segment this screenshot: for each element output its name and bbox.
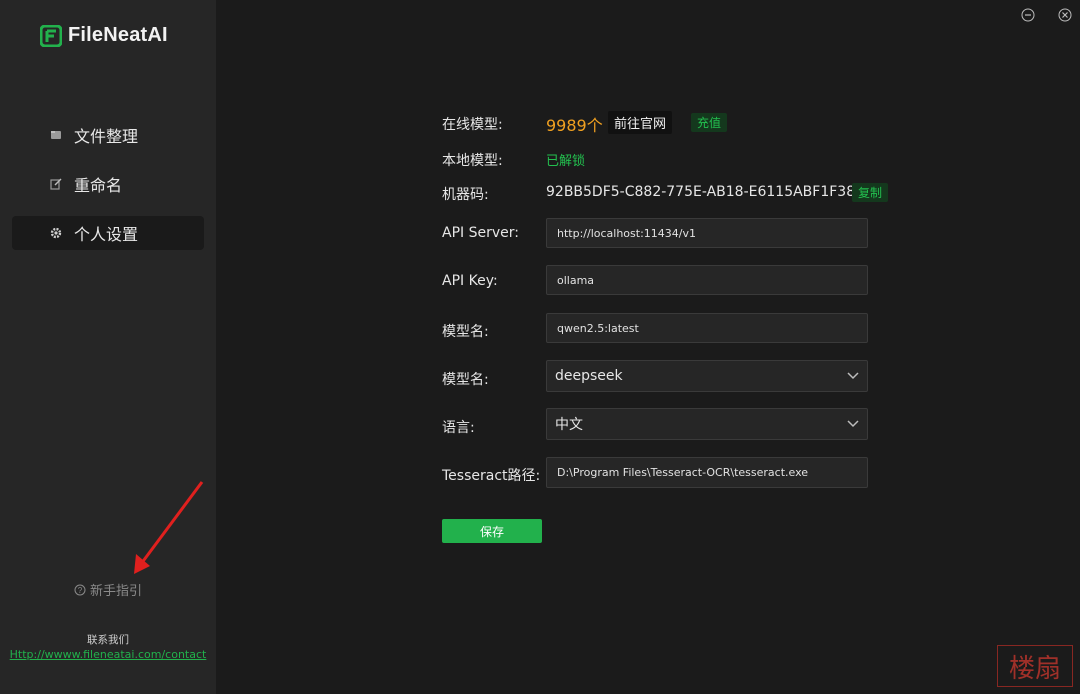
tesseract-path-label: Tesseract路径: xyxy=(442,468,541,484)
language-select[interactable]: 中文 xyxy=(546,408,868,440)
sidebar-item-personal-settings[interactable]: 个人设置 xyxy=(12,216,204,250)
sidebar: FileNeatAI 文件整理 重命名 个人设置 ? 新手指引 联系我们 Htt… xyxy=(0,0,216,694)
api-server-label: API Server: xyxy=(442,225,519,241)
minimize-button[interactable] xyxy=(1021,8,1035,22)
sidebar-item-rename[interactable]: 重命名 xyxy=(12,167,204,201)
close-button[interactable] xyxy=(1058,8,1072,22)
help-circle-icon: ? xyxy=(74,584,86,595)
chevron-down-icon xyxy=(847,372,859,380)
beginner-guide-link[interactable]: ? 新手指引 xyxy=(0,580,216,599)
model-name-input-label: 模型名: xyxy=(442,324,489,340)
model-name-select-value: deepseek xyxy=(555,368,623,384)
api-server-input[interactable]: http://localhost:11434/v1 xyxy=(546,218,868,248)
watermark-stamp: 楼扇 xyxy=(997,645,1073,687)
sidebar-item-file-organize[interactable]: 文件整理 xyxy=(12,118,204,152)
app-logo: FileNeatAI xyxy=(40,24,168,47)
copy-button[interactable]: 复制 xyxy=(852,183,889,202)
api-key-input[interactable]: ollama xyxy=(546,265,868,295)
edit-icon xyxy=(50,178,62,190)
sidebar-item-label: 个人设置 xyxy=(74,225,139,244)
model-name-input[interactable]: qwen2.5:latest xyxy=(546,313,868,343)
local-model-label: 本地模型: xyxy=(442,153,503,169)
contact-link[interactable]: Http://wwww.fileneatai.com/contact xyxy=(0,648,216,661)
online-model-count: 9989个 xyxy=(546,116,603,135)
machine-code-value: 92BB5DF5-C882-775E-AB18-E6115ABF1F38 xyxy=(546,184,856,200)
local-model-status: 已解锁 xyxy=(546,154,586,169)
language-select-value: 中文 xyxy=(555,417,583,433)
official-site-button[interactable]: 前往官网 xyxy=(608,111,673,134)
svg-text:?: ? xyxy=(78,586,83,595)
save-button[interactable]: 保存 xyxy=(442,519,542,543)
gear-icon xyxy=(50,227,62,239)
language-label: 语言: xyxy=(442,420,475,436)
model-name-select-label: 模型名: xyxy=(442,372,489,388)
tesseract-path-input[interactable]: D:\Program Files\Tesseract-OCR\tesseract… xyxy=(546,457,868,488)
chevron-down-icon xyxy=(847,420,859,428)
sidebar-item-label: 文件整理 xyxy=(74,127,139,146)
online-model-label: 在线模型: xyxy=(442,117,503,133)
api-key-label: API Key: xyxy=(442,273,498,289)
sidebar-nav: 文件整理 重命名 个人设置 xyxy=(12,118,204,265)
model-name-select[interactable]: deepseek xyxy=(546,360,868,392)
app-window: FileNeatAI 文件整理 重命名 个人设置 ? 新手指引 联系我们 Htt… xyxy=(0,0,1080,694)
contact-title: 联系我们 xyxy=(87,634,129,646)
guide-label: 新手指引 xyxy=(89,584,142,599)
machine-code-label: 机器码: xyxy=(442,187,489,203)
recharge-button[interactable]: 充值 xyxy=(691,113,728,132)
fileneat-logo-icon xyxy=(40,24,62,47)
folder-icon xyxy=(50,129,62,141)
sidebar-item-label: 重命名 xyxy=(74,176,123,195)
red-arrow-annotation xyxy=(134,481,204,574)
app-name: FileNeatAI xyxy=(68,24,168,46)
